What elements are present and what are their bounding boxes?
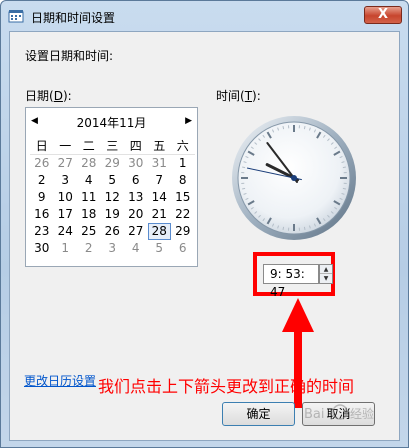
dialog-heading: 设置日期和时间:: [25, 49, 114, 63]
calendar-day[interactable]: 12: [101, 189, 125, 206]
calendar-month-title[interactable]: 2014年11月: [26, 114, 197, 131]
calendar-day[interactable]: 5: [101, 172, 125, 189]
calendar-day[interactable]: 8: [171, 172, 195, 189]
calendar-day[interactable]: 3: [54, 172, 78, 189]
calendar-header-divider: [30, 154, 195, 155]
time-label-text: 时间(: [216, 89, 245, 103]
calendar-day[interactable]: 22: [171, 206, 195, 223]
ok-button[interactable]: 确定: [222, 402, 295, 426]
calendar-weekday: 六: [176, 139, 189, 153]
calendar-day[interactable]: 14: [148, 189, 172, 206]
close-button[interactable]: X: [364, 6, 402, 24]
calendar-day[interactable]: 10: [54, 189, 78, 206]
calendar-day[interactable]: 1: [171, 155, 195, 172]
calendar-day[interactable]: 28: [77, 155, 101, 172]
calendar-week-row: 30 1 2 3 4 5 6: [30, 240, 195, 257]
baidu-watermark: Bai 经验: [304, 404, 374, 422]
calendar-day[interactable]: 27: [124, 223, 148, 240]
calendar-day[interactable]: 27: [54, 155, 78, 172]
calendar-day[interactable]: 23: [30, 223, 54, 240]
clock-minute-tick: [342, 166, 346, 169]
clock-minute-tick: [303, 226, 306, 230]
calendar-icon: [8, 10, 24, 23]
calendar-week-row: 26 27 28 29 30 31 1: [30, 155, 195, 172]
calendar-day[interactable]: 11: [77, 189, 101, 206]
calendar-day[interactable]: 24: [54, 223, 78, 240]
window-title: 日期和时间设置: [31, 11, 116, 25]
dialog-body: 设置日期和时间: 日期(D): 时间(T): ◀ 2014年11月 ▶ 日一二三…: [9, 31, 400, 441]
clock-minute-tick: [242, 166, 246, 169]
calendar-weekday: 一: [59, 139, 72, 153]
clock-center: [291, 175, 297, 181]
calendar-day[interactable]: 4: [77, 172, 101, 189]
clock-minute-tick: [242, 187, 246, 190]
calendar-day[interactable]: 9: [30, 189, 54, 206]
time-label-accel: T: [244, 89, 253, 103]
change-calendar-settings-link[interactable]: 更改日历设置: [24, 372, 96, 389]
date-time-settings-window: 日期和时间设置 X 设置日期和时间: 日期(D): 时间(T): ◀ 2014年…: [0, 0, 409, 448]
calendar-day[interactable]: 17: [54, 206, 78, 223]
calendar-grid: 日一二三四五六 26 27 28 29 30 31 1 2 3 4 5 6 7 8 9 10 11 12 13 14 15…: [30, 138, 195, 257]
calendar-weekday-row: 日一二三四五六: [30, 138, 195, 155]
svg-text:经验: 经验: [350, 406, 374, 421]
calendar-day[interactable]: 20: [124, 206, 148, 223]
date-label-accel: D: [53, 89, 63, 103]
clock-minute-tick: [282, 226, 285, 230]
svg-text:Bai: Bai: [304, 407, 325, 422]
calendar-day[interactable]: 30: [124, 155, 148, 172]
calendar-day[interactable]: 26: [30, 155, 54, 172]
calendar-weekday: 三: [106, 139, 119, 153]
calendar-day[interactable]: 25: [77, 223, 101, 240]
clock-minute-tick: [282, 126, 285, 130]
calendar-day[interactable]: 16: [30, 206, 54, 223]
calendar-day[interactable]: 21: [148, 206, 172, 223]
calendar-day[interactable]: 19: [101, 206, 125, 223]
calendar-weekday: 日: [35, 139, 48, 153]
calendar-day[interactable]: 28: [147, 223, 171, 240]
calendar-day[interactable]: 15: [171, 189, 195, 206]
calendar-day[interactable]: 2: [30, 172, 54, 189]
calendar-week-row: 16 17 18 19 20 21 22: [30, 206, 195, 223]
calendar-day[interactable]: 6: [124, 172, 148, 189]
date-label-suffix: ):: [62, 89, 72, 103]
spin-down-button[interactable]: ▼: [320, 274, 332, 283]
calendar-day[interactable]: 13: [124, 189, 148, 206]
annotation-text: 我们点击上下箭头更改到正确的时间: [98, 377, 355, 396]
calendar-day[interactable]: 30: [30, 240, 54, 257]
calendar-day[interactable]: 29: [101, 155, 125, 172]
clock-minute-tick: [303, 126, 306, 130]
calendar-next-month-button[interactable]: ▶: [185, 116, 192, 126]
time-label-suffix: ):: [252, 89, 261, 103]
calendar-weekday: 二: [82, 139, 95, 153]
calendar-day[interactable]: 5: [148, 240, 172, 257]
clock-minute-tick: [342, 187, 346, 190]
calendar-weekday: 五: [153, 139, 166, 153]
calendar-day[interactable]: 18: [77, 206, 101, 223]
analog-clock: [232, 116, 356, 240]
calendar-week-row: 2345678: [30, 172, 195, 189]
calendar-day[interactable]: 26: [101, 223, 125, 240]
spin-up-button[interactable]: ▲: [320, 265, 332, 274]
calendar-day[interactable]: 2: [77, 240, 101, 257]
calendar[interactable]: ◀ 2014年11月 ▶ 日一二三四五六 26 27 28 29 30 31 1 2 3 4 5 6 7 8…: [25, 107, 198, 267]
time-spinner[interactable]: ▲ ▼: [319, 264, 333, 284]
title-bar[interactable]: 日期和时间设置 X: [1, 1, 408, 31]
calendar-day[interactable]: 29: [171, 223, 195, 240]
time-label: 时间(T):: [216, 87, 261, 104]
calendar-day[interactable]: 6: [171, 240, 195, 257]
calendar-day[interactable]: 1: [54, 240, 78, 257]
time-input[interactable]: 9: 53: 47: [263, 264, 319, 299]
calendar-day[interactable]: 7: [148, 172, 172, 189]
calendar-weekday: 四: [129, 139, 142, 153]
date-label: 日期(D):: [25, 87, 72, 104]
calendar-day[interactable]: 4: [124, 240, 148, 257]
date-label-text: 日期(: [25, 89, 54, 103]
calendar-week-row: 23 24 25 26 27 28 29: [30, 223, 195, 240]
calendar-day[interactable]: 31: [148, 155, 172, 172]
calendar-day[interactable]: 3: [101, 240, 125, 257]
calendar-week-row: 9 10 11 12 13 14 15: [30, 189, 195, 206]
